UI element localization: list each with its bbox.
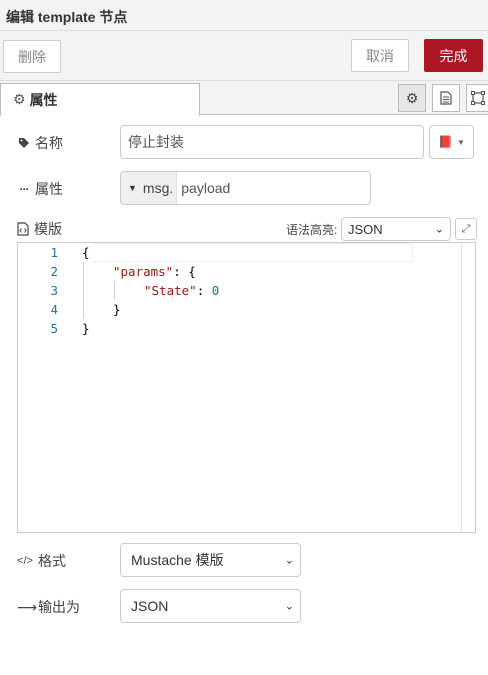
line-number: 3 [50, 283, 58, 298]
tab-properties[interactable]: ⚙ 属性 [0, 83, 200, 116]
gear-icon: ⚙ [13, 91, 26, 107]
tab-properties-label: 属性 [29, 91, 58, 108]
code-token: { [82, 245, 90, 260]
code-token: "State" [144, 283, 197, 298]
line-number: 5 [50, 321, 58, 336]
output-label: 输出为 [38, 599, 80, 615]
delete-button[interactable]: 删除 [3, 40, 61, 73]
line-number: 2 [50, 264, 58, 279]
code-line: { [82, 243, 90, 262]
property-label-row: ··· 属性 [18, 179, 64, 199]
tabs-bar: ⚙ 属性 ⚙ [0, 81, 488, 116]
chevron-down-icon: ⌄ [284, 600, 294, 613]
description-tab-button[interactable] [432, 84, 460, 112]
ellipsis-icon: ··· [19, 182, 30, 196]
template-label: 模版 [34, 221, 62, 237]
template-code-editor[interactable]: 1 2 3 4 5 { "params": { "State": 0 } } [17, 242, 476, 533]
code-token: } [82, 321, 90, 336]
dialog-toolbar: 删除 取消 完成 [0, 31, 488, 81]
dialog-title-bar: 编辑 template 节点 [0, 0, 488, 31]
code-line: "params": { [113, 264, 196, 279]
format-select[interactable]: Mustache 模版 ⌄ [120, 543, 301, 577]
editor-scrollbar[interactable] [461, 243, 475, 532]
syntax-highlight-select[interactable]: JSON ⌄ [341, 217, 451, 241]
expand-icon: ⤢ [461, 222, 471, 235]
document-icon [440, 91, 452, 105]
code-token: "params" [113, 264, 174, 279]
expand-editor-button[interactable]: ⤢ [455, 218, 477, 240]
code-line: "State": 0 [144, 283, 220, 298]
settings-tab-button[interactable]: ⚙ [398, 84, 426, 112]
name-label-row: 名称 [18, 133, 63, 153]
line-number: 1 [50, 245, 58, 260]
current-line-highlight [93, 243, 413, 262]
done-button[interactable]: 完成 [424, 39, 483, 72]
code-token: } [113, 302, 121, 317]
code-line: } [82, 300, 121, 319]
name-field[interactable]: 停止封装 [120, 125, 424, 159]
property-type-label: msg. [142, 180, 174, 196]
output-value: JSON [131, 598, 169, 614]
property-label: 属性 [35, 181, 63, 197]
code-token: 0 [211, 283, 220, 298]
caret-down-icon: ▼ [128, 183, 137, 193]
dialog-title: 编辑 template 节点 [6, 9, 128, 25]
format-label-row: </> 格式 [17, 551, 66, 571]
appearance-tab-button[interactable] [466, 84, 488, 112]
format-label: 格式 [38, 553, 66, 569]
name-library-button[interactable]: 📕 ▼ [429, 125, 474, 159]
property-type-selector[interactable]: ▼ msg. [121, 172, 178, 204]
line-number: 4 [50, 302, 58, 317]
editor-gutter: 1 2 3 4 5 [18, 243, 73, 532]
property-value-input[interactable]: payload [177, 180, 230, 196]
caret-down-icon: ▼ [457, 137, 465, 147]
arrow-right-icon: ⟶ [17, 598, 38, 615]
code-line: } [82, 319, 90, 338]
chevron-down-icon: ⌄ [434, 223, 444, 236]
format-value: Mustache 模版 [131, 552, 224, 568]
output-label-row: ⟶ 输出为 [17, 597, 80, 617]
syntax-highlight-label: 语法高亮: [286, 223, 338, 237]
file-code-icon [17, 222, 29, 236]
syntax-highlight-value: JSON [348, 221, 383, 237]
property-field: ▼ msg. payload [120, 171, 371, 205]
cancel-button[interactable]: 取消 [351, 39, 409, 72]
name-label: 名称 [35, 135, 63, 151]
template-label-row: 模版 [17, 219, 62, 239]
tag-icon [19, 138, 29, 148]
book-icon: 📕 [438, 135, 454, 149]
code-icon: </> [17, 555, 33, 567]
output-select[interactable]: JSON ⌄ [120, 589, 301, 623]
gear-icon: ⚙ [405, 89, 419, 106]
frame-icon [471, 91, 485, 105]
chevron-down-icon: ⌄ [284, 554, 294, 567]
